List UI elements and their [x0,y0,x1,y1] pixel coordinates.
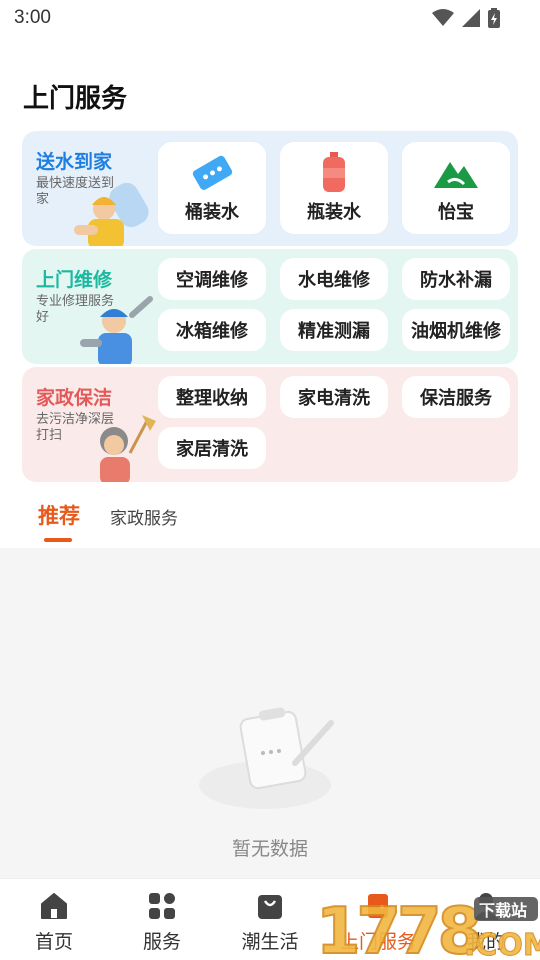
empty-state-text: 暂无数据 [231,838,308,860]
water-delivery-man-illustration [74,182,149,246]
tab-recommend[interactable]: 推荐 [38,500,80,530]
tile-organizing[interactable]: 整理收纳 [158,376,266,418]
tile-label: 空调维修 [176,270,248,291]
tile-label: 防水补漏 [420,270,492,291]
water-delivery-card: 送水到家 最快速度送到家 桶装水 瓶装水 怡宝 [22,131,518,246]
page-title: 上门服务 [23,84,128,114]
wifi-icon [432,9,454,26]
tile-label: 水电维修 [298,270,370,291]
tile-plumbing-electric-repair[interactable]: 水电维修 [280,258,388,300]
housekeeping-card: 家政保洁 去污洁净深层打扫 整理收纳 家电清洗 保洁服务 家居清洗 [22,367,518,482]
mountain-logo-icon [434,162,478,188]
tile-label: 保洁服务 [420,388,492,409]
shopping-bag-icon [258,895,282,919]
housekeeping-category-title: 家政保洁 [36,387,113,409]
tile-label: 桶装水 [185,202,239,223]
tile-cleaning-service[interactable]: 保洁服务 [402,376,510,418]
water-ticket-icon [192,155,233,190]
nav-label: 服务 [142,931,181,953]
nav-home[interactable]: 首页 [0,891,108,954]
grid-icon [149,893,175,919]
nav-trend-life[interactable]: 潮生活 [216,891,324,954]
tile-label: 瓶装水 [307,202,361,223]
status-icons [432,8,500,28]
empty-clipboard-icon [199,707,334,809]
cleaning-lady-illustration [100,415,156,482]
site-watermark-logo: 1778 下载站 .COM [316,894,540,960]
home-icon [41,893,67,919]
tile-cestbon[interactable]: 怡宝 [402,142,510,234]
tile-label: 怡宝 [438,202,474,223]
svg-text:.COM: .COM [464,928,540,960]
tile-appliance-cleaning[interactable]: 家电清洗 [280,376,388,418]
tile-barrel-water[interactable]: 桶装水 [158,142,266,234]
tile-home-cleaning[interactable]: 家居清洗 [158,427,266,469]
active-tab-indicator [44,538,72,542]
nav-services[interactable]: 服务 [108,891,216,954]
nav-label: 潮生活 [241,931,299,953]
home-repair-card: 上门维修 专业修理服务好 空调维修 水电维修 防水补漏 冰箱维修 精准测漏 油烟… [22,249,518,364]
status-bar: 3:00 [0,0,540,40]
tile-label: 家居清洗 [176,439,248,460]
svg-text:1778: 1778 [316,895,479,960]
tile-label: 冰箱维修 [176,321,248,342]
nav-label: 首页 [34,931,73,953]
tile-label: 精准测漏 [298,321,370,342]
tile-range-hood-repair[interactable]: 油烟机维修 [402,309,510,351]
tile-ac-repair[interactable]: 空调维修 [158,258,266,300]
signal-icon [462,9,480,27]
tile-fridge-repair[interactable]: 冰箱维修 [158,309,266,351]
repair-category-title: 上门维修 [36,269,113,291]
tile-waterproof-repair[interactable]: 防水补漏 [402,258,510,300]
water-bottle-icon [323,152,345,192]
tile-label: 油烟机维修 [411,321,501,342]
battery-icon [488,8,500,28]
tile-label: 整理收纳 [176,388,248,409]
tab-housekeeping-service[interactable]: 家政服务 [110,504,178,529]
tile-label: 家电清洗 [298,388,370,409]
content-tabs: 推荐 家政服务 [0,490,540,546]
svg-text:下载站: 下载站 [479,901,527,920]
tile-leak-detection[interactable]: 精准测漏 [280,309,388,351]
content-list-area: 暂无数据 [0,548,540,878]
repair-man-illustration [80,296,153,364]
water-category-title: 送水到家 [36,151,113,173]
status-time: 3:00 [14,7,51,28]
tile-bottled-water[interactable]: 瓶装水 [280,142,388,234]
